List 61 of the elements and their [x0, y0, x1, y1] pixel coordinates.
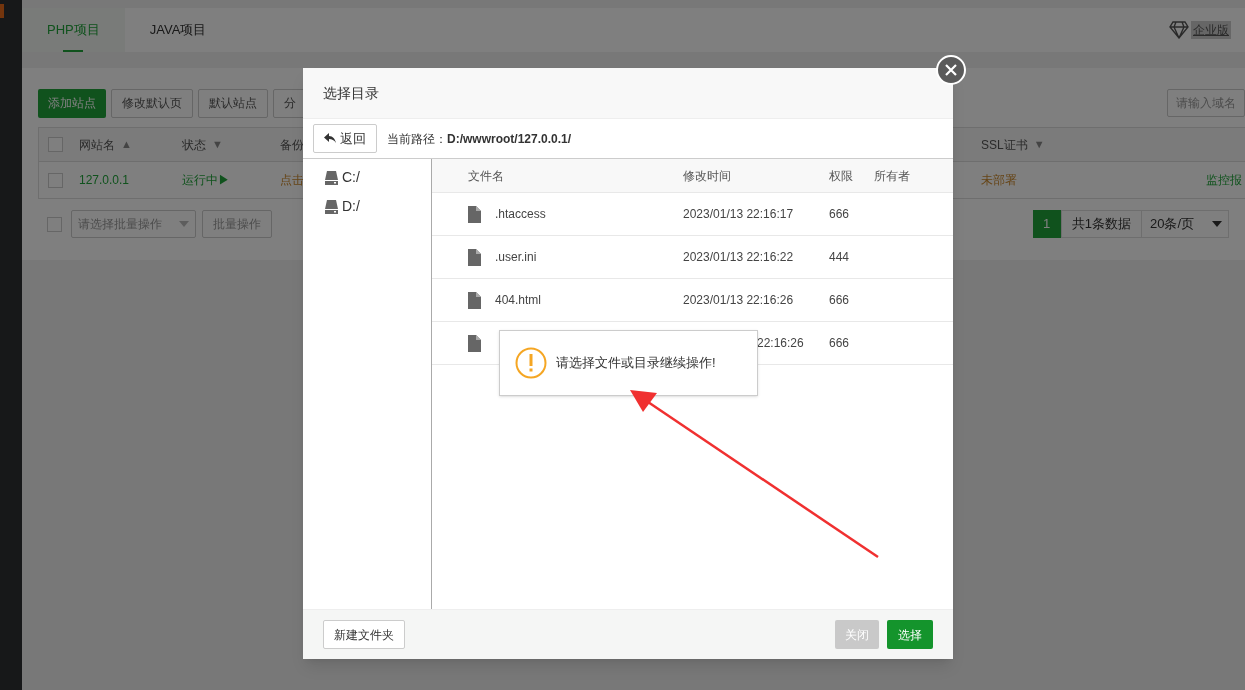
column-header[interactable]: SSL证书 — [981, 135, 1028, 154]
sort-arrow[interactable]: ▼ — [212, 136, 223, 153]
column-header[interactable]: 备份 — [280, 135, 304, 154]
file-row[interactable]: .user.ini 2023/01/13 22:16:22 444 — [432, 236, 953, 279]
toolbar-button[interactable]: 添加站点 — [38, 88, 106, 118]
caret-icon — [1212, 221, 1222, 227]
file-name: .user.ini — [495, 249, 537, 266]
column-header: 修改时间 — [683, 168, 731, 183]
column-header: 权限 — [829, 168, 853, 183]
checkbox[interactable] — [48, 172, 63, 188]
column-header: 文件名 — [468, 168, 504, 183]
column-header[interactable]: 状态 — [182, 135, 206, 154]
close-icon[interactable] — [936, 55, 966, 85]
column-header[interactable]: 网站名 — [79, 135, 115, 154]
new-folder-button[interactable]: 新建文件夹 — [323, 620, 405, 649]
drive-icon — [325, 199, 338, 214]
warning-icon — [515, 347, 547, 379]
modified-time: 2023/01/13 22:16:26 — [683, 293, 794, 307]
page-number[interactable]: 1 — [1032, 210, 1061, 238]
current-path: 当前路径：D:/wwwroot/127.0.0.1/ — [387, 130, 572, 148]
caret-icon — [179, 221, 189, 227]
back-arrow-icon — [324, 133, 336, 144]
file-name: .htaccess — [495, 206, 546, 223]
file-name: 404.html — [495, 292, 542, 309]
diamond-icon — [1169, 21, 1189, 39]
select-button[interactable]: 选择 — [887, 620, 933, 649]
permission: 444 — [829, 250, 850, 264]
sort-arrow[interactable]: ▲ — [121, 136, 132, 153]
file-row[interactable]: 404.html 2023/01/13 22:16:26 666 — [432, 279, 953, 322]
toast-message: 请选择文件或目录继续操作! — [556, 354, 716, 373]
toolbar-button[interactable]: 修改默认页 — [111, 88, 193, 118]
drive-item[interactable]: D:/ — [325, 196, 431, 217]
checkbox[interactable] — [47, 216, 62, 232]
file-row[interactable]: .htaccess 2023/01/13 22:16:17 666 — [432, 193, 953, 236]
checkbox[interactable] — [48, 137, 63, 152]
modified-time: 2023/01/13 22:16:22 — [683, 250, 794, 264]
permission: 666 — [829, 336, 850, 350]
column-header: 所有者 — [874, 168, 910, 183]
dialog-title: 选择目录 — [303, 68, 953, 119]
drive-icon — [325, 170, 338, 185]
ssl-link[interactable]: 未部署 — [981, 173, 1017, 187]
file-icon — [468, 248, 481, 266]
status-link[interactable]: 运行中▶ — [182, 173, 230, 187]
modified-time: 22:16:26 — [757, 336, 804, 350]
monitor-link[interactable]: 监控报 — [1206, 173, 1242, 187]
backup-link[interactable]: 点击 — [280, 173, 304, 187]
page-size-select[interactable]: 20条/页 — [1141, 210, 1229, 238]
permission: 666 — [829, 293, 850, 307]
sort-arrow[interactable]: ▼ — [1033, 136, 1045, 153]
site-link[interactable]: 127.0.0.1 — [79, 173, 130, 187]
file-icon — [468, 334, 481, 352]
tab[interactable]: PHP项目 — [22, 8, 125, 52]
drive-item[interactable]: C:/ — [325, 167, 431, 188]
back-button[interactable]: 返回 — [313, 124, 377, 153]
total-count: 共1条数据 — [1060, 210, 1142, 238]
file-icon — [468, 205, 481, 223]
permission: 666 — [829, 207, 850, 221]
toolbar-button[interactable]: 默认站点 — [198, 88, 268, 118]
file-icon — [468, 291, 481, 309]
tab[interactable]: JAVA项目 — [124, 8, 232, 52]
modified-time: 2023/01/13 22:16:17 — [683, 207, 794, 221]
